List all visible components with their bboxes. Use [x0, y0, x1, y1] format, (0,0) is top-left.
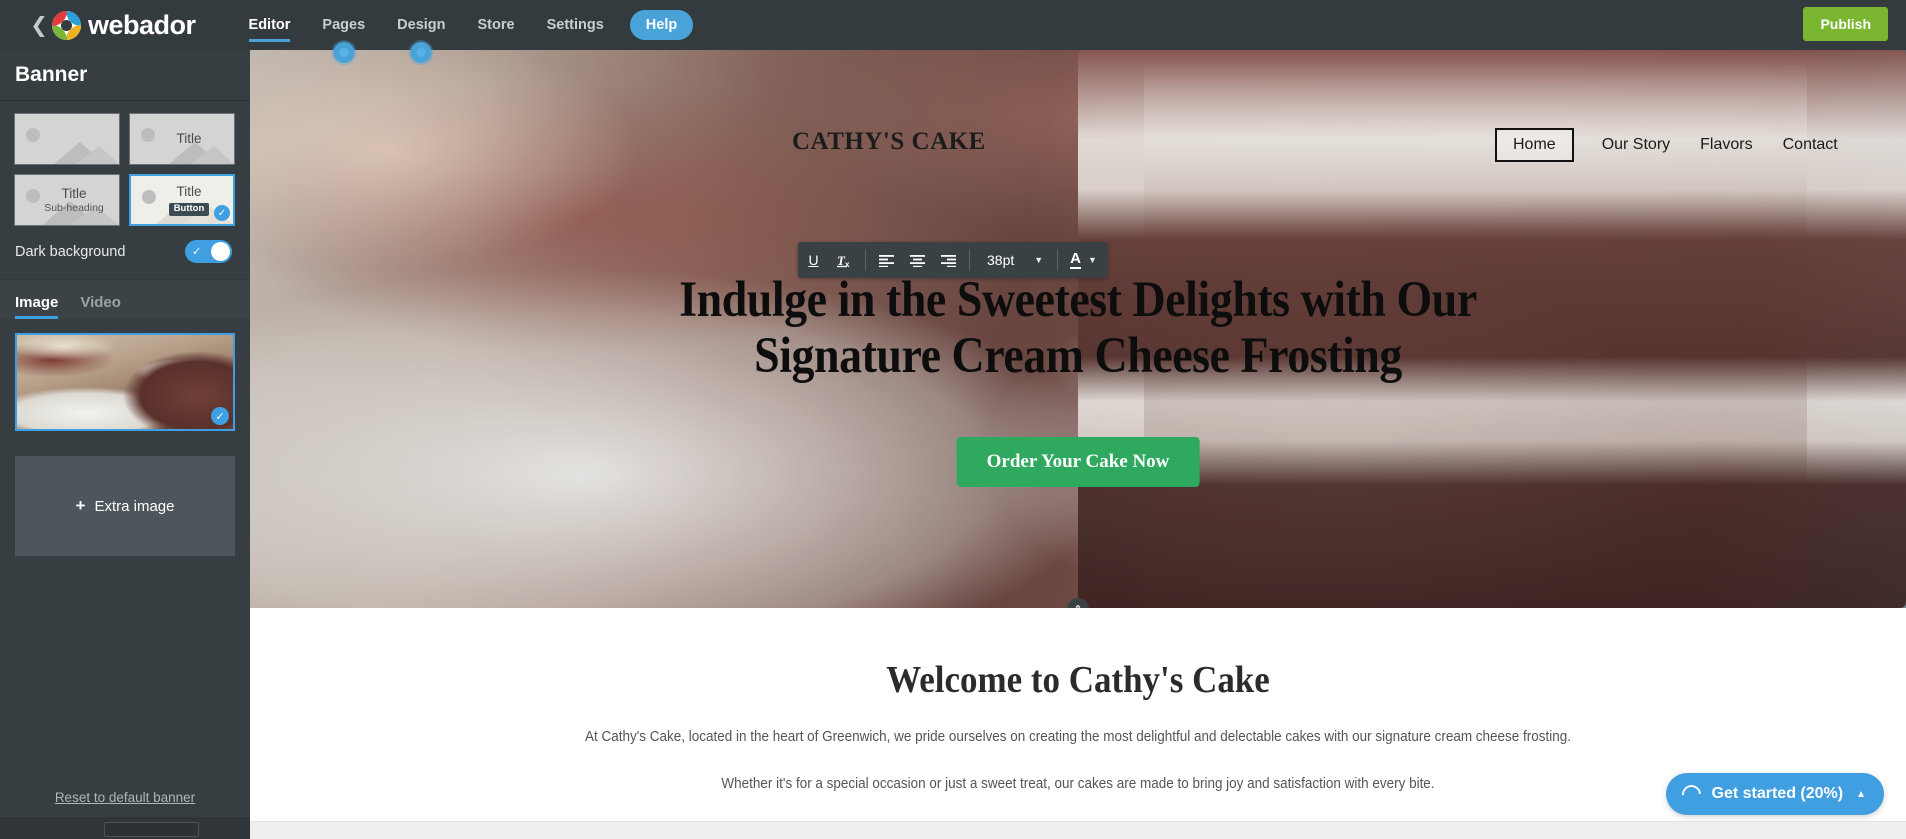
nav-item-settings[interactable]: Settings [531, 0, 620, 50]
welcome-section: Welcome to Cathy's Cake At Cathy's Cake,… [250, 608, 1906, 808]
canvas-footer-strip [250, 821, 1906, 839]
site-nav-item-contact[interactable]: Contact [1781, 132, 1840, 158]
svg-text:x: x [845, 260, 850, 269]
font-size-value: 38pt [987, 252, 1015, 268]
chevron-down-icon: ▼ [1088, 255, 1097, 265]
nav-item-pages[interactable]: Pages [306, 0, 381, 63]
nav-item-label: Design [397, 17, 446, 33]
align-right-icon[interactable] [933, 242, 964, 278]
check-icon: ✓ [192, 246, 202, 258]
webador-editor-window: ❮ webador Editor Pages Design Store Sett… [0, 0, 1906, 839]
cake-photo-preview [17, 335, 233, 429]
chevron-left-icon[interactable]: ❮ [28, 14, 50, 36]
layout-subheading-text: Sub-heading [44, 201, 104, 214]
sidebar-footer-control[interactable] [104, 822, 199, 837]
banner-headline[interactable]: Indulge in the Sweetest Delights with Ou… [333, 272, 1823, 384]
toolbar-divider [865, 249, 866, 271]
check-icon: ✓ [211, 407, 229, 425]
reset-to-default-banner-link[interactable]: Reset to default banner [0, 790, 250, 805]
nav-badge-dot [333, 42, 355, 63]
site-nav-item-flavors[interactable]: Flavors [1698, 132, 1754, 158]
layout-option-image-only[interactable] [14, 113, 120, 165]
panel-title: Banner [0, 50, 250, 101]
tab-video[interactable]: Video [80, 294, 121, 319]
nav-item-editor[interactable]: Editor [233, 0, 307, 50]
nav-item-label: Editor [248, 17, 291, 33]
nav-item-label: Settings [546, 17, 604, 33]
layout-option-title[interactable]: Title [129, 113, 235, 165]
welcome-paragraph-2[interactable]: Whether it's for a special occasion or j… [308, 773, 1848, 796]
main-navigation: Editor Pages Design Store Settings Help [233, 0, 694, 63]
welcome-title[interactable]: Welcome to Cathy's Cake [316, 658, 1840, 702]
banner-layout-options: Title Title Sub-heading Title Button ✓ [0, 101, 250, 226]
layout-option-caption: Title [176, 131, 201, 147]
toolbar-divider [1057, 249, 1059, 271]
welcome-paragraph-1[interactable]: At Cathy's Cake, located in the heart of… [308, 726, 1848, 749]
underline-label: U [808, 252, 819, 268]
layout-option-caption: Title Button [168, 183, 210, 217]
progress-ring-icon [1677, 780, 1705, 808]
chevron-up-icon: ▲ [1856, 788, 1866, 800]
banner-headline-line-2: Signature Cream Cheese Frosting [754, 328, 1402, 385]
site-preview-canvas: CATHY'S CAKE Home Our Story Flavors Cont… [250, 50, 1906, 839]
extra-image-label: Extra image [94, 497, 175, 515]
sidebar-footer [0, 817, 250, 839]
text-color-picker[interactable]: A ▼ [1063, 242, 1108, 278]
banner-settings-sidebar: Banner Title Title Sub-heading Title But… [0, 50, 250, 839]
banner-section[interactable]: CATHY'S CAKE Home Our Story Flavors Cont… [250, 50, 1906, 608]
dark-background-row: Dark background ✓ [0, 226, 250, 279]
site-navigation: Home Our Story Flavors Contact [1495, 128, 1840, 162]
order-cake-button[interactable]: Order Your Cake Now [956, 437, 1200, 487]
tab-image[interactable]: Image [15, 294, 59, 319]
plus-icon: + [75, 496, 86, 515]
webador-logo-icon [52, 10, 81, 40]
publish-button[interactable]: Publish [1803, 7, 1888, 41]
layout-button-chip: Button [168, 203, 210, 217]
toggle-knob [211, 242, 230, 261]
rich-text-toolbar: U T x 38pt ▼ A ▼ [798, 242, 1108, 278]
underline-icon[interactable]: U [798, 242, 829, 278]
banner-headline-line-1: Indulge in the Sweetest Delights with Ou… [679, 272, 1477, 328]
extra-image-button[interactable]: + Extra image [15, 456, 235, 556]
align-center-icon[interactable] [902, 242, 933, 278]
nav-item-store[interactable]: Store [462, 0, 531, 50]
get-started-label: Get started (20%) [1711, 785, 1844, 802]
site-nav-item-home[interactable]: Home [1495, 128, 1574, 162]
chevron-down-icon: ▼ [1034, 255, 1044, 265]
mountain-icon [54, 142, 119, 164]
site-logo-text[interactable]: CATHY'S CAKE [792, 128, 986, 156]
align-left-icon[interactable] [871, 242, 902, 278]
check-icon: ✓ [214, 205, 230, 221]
layout-title-text: Title [61, 186, 87, 202]
banner-image-thumbnail[interactable]: ✓ [15, 333, 235, 431]
toolbar-divider [969, 249, 970, 271]
dark-background-toggle[interactable]: ✓ [185, 240, 232, 263]
get-started-widget[interactable]: Get started (20%) ▲ [1665, 773, 1884, 815]
nav-item-label: Store [477, 17, 515, 33]
top-bar: ❮ webador Editor Pages Design Store Sett… [0, 0, 1906, 63]
brand-name: webador [88, 9, 196, 40]
nav-item-design[interactable]: Design [381, 0, 461, 63]
clear-formatting-icon[interactable]: T x [829, 242, 860, 278]
brand-logo[interactable]: webador [52, 10, 196, 41]
site-nav-item-our-story[interactable]: Our Story [1600, 132, 1672, 158]
dark-background-label: Dark background [15, 243, 126, 260]
text-color-label: A [1070, 250, 1082, 269]
nav-badge-dot [410, 42, 432, 63]
layout-option-title-button[interactable]: Title Button ✓ [129, 174, 235, 226]
layout-title-text: Title [176, 183, 202, 199]
font-size-select[interactable]: 38pt ▼ [975, 242, 1052, 278]
layout-title-text: Title [176, 131, 202, 147]
nav-item-label: Pages [322, 17, 366, 33]
layout-option-caption: Title Sub-heading [44, 186, 104, 214]
layout-option-title-subheading[interactable]: Title Sub-heading [14, 174, 120, 226]
media-tabs: Image Video [0, 279, 250, 319]
help-button[interactable]: Help [629, 10, 694, 40]
